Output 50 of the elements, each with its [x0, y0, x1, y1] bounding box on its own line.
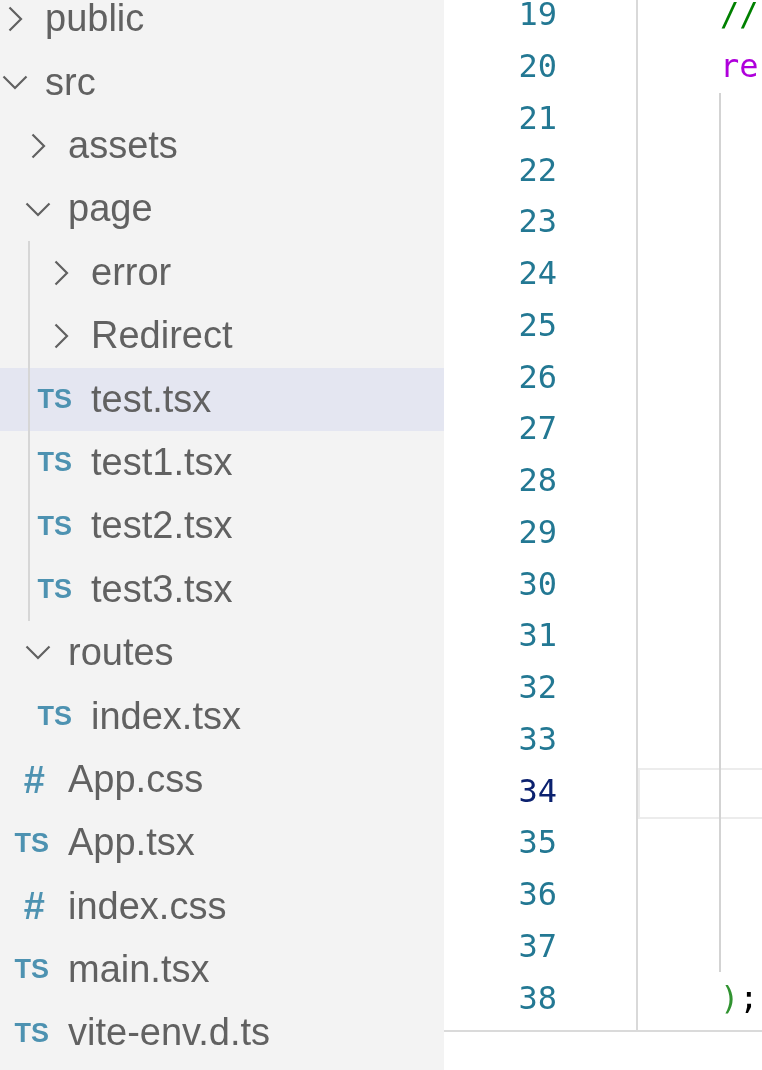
line-number: 23: [518, 203, 557, 241]
file-item[interactable]: # index.css: [0, 874, 444, 939]
code-line: //: [720, 0, 759, 34]
line-number: 36: [518, 876, 557, 913]
file-item[interactable]: TS test3.tsx: [0, 557, 444, 622]
code-line: );: [720, 979, 759, 1017]
file-item[interactable]: TS test2.tsx: [0, 494, 444, 558]
code-line: re: [720, 48, 759, 85]
line-number: 19: [518, 0, 557, 34]
file-item[interactable]: TS test1.tsx: [0, 431, 444, 495]
line-number: 27: [518, 410, 557, 448]
line-number: 28: [518, 462, 557, 499]
ts-icon: TS: [14, 956, 49, 984]
line-number: 24: [518, 255, 557, 292]
file-item[interactable]: TS main.tsx: [0, 938, 444, 1002]
line-number: 20: [518, 48, 557, 85]
hash-icon: #: [23, 887, 45, 926]
line-number: 35: [518, 824, 557, 862]
file-item[interactable]: TS vite-env.d.ts: [0, 1001, 444, 1065]
folder-item[interactable]: page: [0, 177, 444, 241]
folder-item[interactable]: Redirect: [0, 304, 444, 368]
folder-item[interactable]: error: [0, 240, 444, 305]
file-item[interactable]: TS index.tsx: [0, 684, 444, 748]
ts-icon: TS: [37, 576, 72, 603]
ts-icon: TS: [14, 1019, 49, 1047]
file-item[interactable]: TS App.tsx: [0, 811, 444, 875]
line-number: 33: [518, 720, 557, 758]
line-number: 26: [518, 358, 557, 396]
line-number: 31: [518, 617, 557, 655]
ts-icon: TS: [14, 829, 49, 857]
hash-icon: #: [23, 760, 45, 799]
line-number: 37: [518, 927, 557, 965]
folder-item[interactable]: public: [0, 0, 444, 51]
file-item[interactable]: TS test.tsx: [0, 367, 444, 432]
ts-icon: TS: [37, 385, 72, 413]
folder-item[interactable]: assets: [0, 114, 444, 178]
ts-icon: TS: [37, 702, 72, 730]
line-number: 25: [518, 306, 557, 344]
line-number: 38: [518, 979, 557, 1017]
file-item[interactable]: # App.css: [0, 748, 444, 812]
folder-item[interactable]: src: [0, 50, 444, 115]
ts-icon: TS: [37, 449, 72, 477]
folder-item[interactable]: routes: [0, 621, 444, 685]
line-number: 32: [518, 669, 557, 706]
line-number: 34: [518, 772, 557, 810]
line-number: 29: [518, 513, 557, 551]
line-number: 30: [518, 565, 557, 603]
line-number: 22: [518, 151, 557, 189]
line-number: 21: [518, 99, 557, 137]
ts-icon: TS: [37, 512, 72, 540]
